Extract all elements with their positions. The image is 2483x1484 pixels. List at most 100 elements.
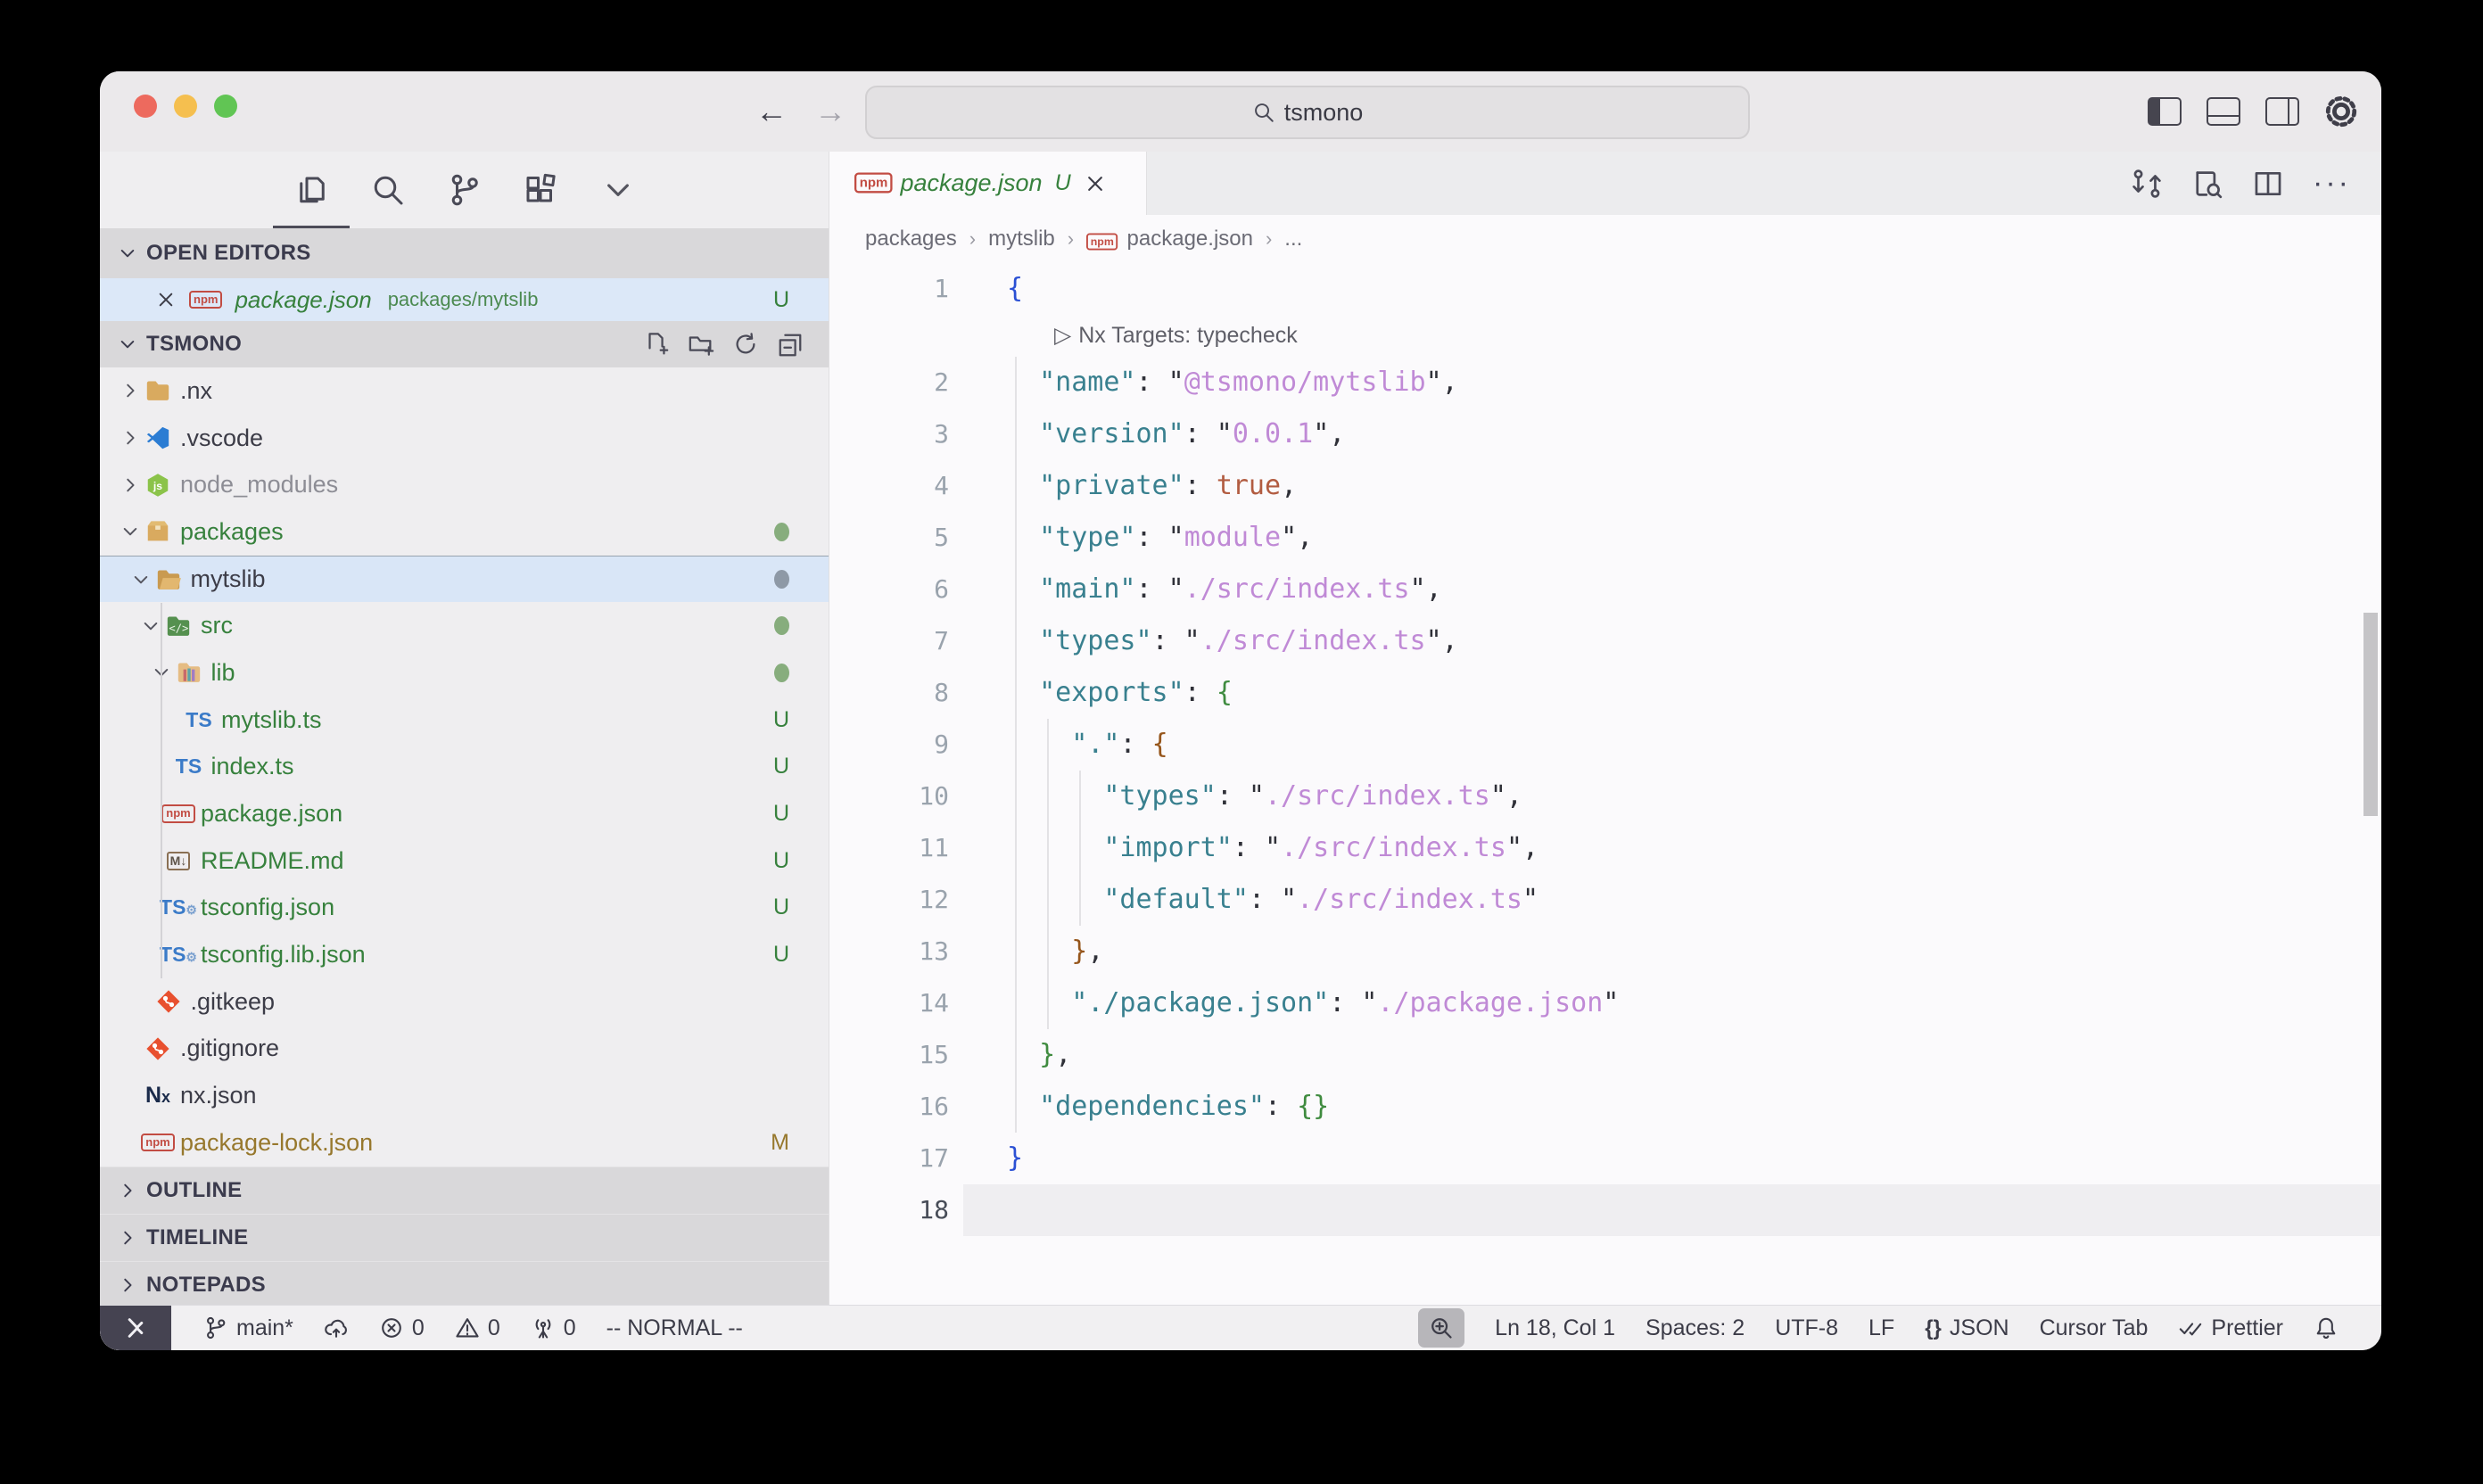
tree-item--nx[interactable]: .nx bbox=[100, 367, 829, 415]
activity-extensions-icon[interactable] bbox=[503, 152, 580, 228]
breadcrumb-item[interactable]: mytslib bbox=[988, 227, 1055, 251]
tree-item-tsconfig-lib-json[interactable]: TS⚙ tsconfig.lib.json U bbox=[100, 931, 829, 978]
line-number: 8 bbox=[829, 667, 949, 719]
status-zoom-indicator[interactable] bbox=[1418, 1308, 1464, 1348]
npm-icon: npm bbox=[189, 291, 222, 309]
settings-gear-icon[interactable] bbox=[2324, 95, 2358, 128]
screenshot-root: ← → tsmono OPEN EDITORS bbox=[0, 0, 2483, 1484]
status-formatter[interactable]: Prettier bbox=[2178, 1315, 2283, 1341]
split-editor-icon[interactable] bbox=[2252, 168, 2284, 200]
toggle-secondary-sidebar-icon[interactable] bbox=[2265, 97, 2299, 126]
workbench: OPEN EDITORS npm package.json packages/m… bbox=[100, 152, 2381, 1305]
activity-source-control-icon[interactable] bbox=[426, 152, 503, 228]
breadcrumb-item[interactable]: ... bbox=[1284, 227, 1302, 251]
tree-item--gitkeep[interactable]: .gitkeep bbox=[100, 978, 829, 1026]
line-number: 13 bbox=[829, 926, 949, 977]
status-label: -- NORMAL -- bbox=[606, 1315, 743, 1341]
collapse-all-icon[interactable] bbox=[777, 331, 804, 358]
tree-item-nx-json[interactable]: Nx nx.json bbox=[100, 1072, 829, 1119]
toggle-sidebar-icon[interactable] bbox=[2148, 97, 2182, 126]
tree-item--gitignore[interactable]: .gitignore bbox=[100, 1026, 829, 1073]
line-number: 6 bbox=[829, 564, 949, 615]
close-icon[interactable] bbox=[1084, 172, 1107, 195]
tab-package-json[interactable]: npm package.json U bbox=[829, 152, 1147, 215]
tree-item-package-json[interactable]: npm package.json U bbox=[100, 790, 829, 837]
tree-item-package-lock-json[interactable]: npm package-lock.json M bbox=[100, 1119, 829, 1167]
activity-search-icon[interactable] bbox=[350, 152, 426, 228]
panel-header-notepads[interactable]: NOTEPADS bbox=[100, 1261, 829, 1308]
refresh-icon[interactable] bbox=[732, 331, 759, 358]
tree-item-node-modules[interactable]: js node_modules bbox=[100, 461, 829, 508]
tree-item--vscode[interactable]: .vscode bbox=[100, 415, 829, 462]
toggle-panel-icon[interactable] bbox=[2207, 97, 2240, 126]
remote-indicator[interactable] bbox=[100, 1306, 171, 1350]
status-git-branch[interactable]: main* bbox=[203, 1315, 293, 1341]
status-sync-changes[interactable] bbox=[324, 1315, 349, 1340]
codelens-run-link[interactable]: ▷Nx Targets: typecheck bbox=[1054, 315, 1298, 357]
tree-item-src[interactable]: </> src bbox=[100, 602, 829, 649]
nav-history: ← → bbox=[755, 71, 846, 152]
status-language-mode[interactable]: {}JSON bbox=[1925, 1315, 2009, 1341]
activity-more-icon[interactable] bbox=[580, 152, 656, 228]
status-vim-mode[interactable]: -- NORMAL -- bbox=[606, 1315, 743, 1341]
traffic-lights bbox=[134, 95, 237, 118]
breadcrumb-item[interactable]: packages bbox=[865, 227, 957, 251]
code-line-3: 3 "version": "0.0.1", bbox=[829, 408, 2381, 460]
breadcrumb-item[interactable]: npmpackage.json bbox=[1086, 227, 1253, 251]
new-folder-icon[interactable] bbox=[688, 331, 714, 358]
new-file-icon[interactable] bbox=[643, 331, 670, 358]
tree-item-readme-md[interactable]: M↓ README.md U bbox=[100, 837, 829, 885]
status-warnings[interactable]: 0 bbox=[455, 1315, 500, 1341]
nx-icon: Nx bbox=[141, 1083, 175, 1109]
open-editors-header[interactable]: OPEN EDITORS bbox=[100, 228, 829, 278]
panel-header-timeline[interactable]: TIMELINE bbox=[100, 1214, 829, 1261]
more-actions-icon[interactable]: ··· bbox=[2313, 166, 2351, 201]
tab-bar: npm package.json U ··· bbox=[829, 152, 2381, 215]
open-editors-list: npm package.json packages/mytslib U bbox=[100, 278, 829, 321]
tree-item-mytslib[interactable]: mytslib bbox=[100, 556, 829, 603]
activity-explorer-icon[interactable] bbox=[273, 152, 350, 228]
status-ports[interactable]: 0 bbox=[531, 1315, 576, 1341]
line-number: 4 bbox=[829, 460, 949, 512]
status-cursor-position[interactable]: Ln 18, Col 1 bbox=[1495, 1315, 1615, 1341]
branch-icon bbox=[203, 1315, 228, 1340]
code-editor[interactable]: 1{▷Nx Targets: typecheck2 "name": "@tsmo… bbox=[829, 263, 2381, 1305]
back-icon[interactable]: ← bbox=[755, 93, 788, 130]
code-line-4: 4 "private": true, bbox=[829, 460, 2381, 512]
editor-scrollbar-thumb[interactable] bbox=[2363, 613, 2378, 816]
status-errors[interactable]: 0 bbox=[379, 1315, 425, 1341]
file-tree: .nx .vscode js node_modules packages myt… bbox=[100, 367, 829, 1167]
status-indentation[interactable]: Spaces: 2 bbox=[1646, 1315, 1745, 1341]
close-icon[interactable] bbox=[155, 289, 177, 310]
ts2-icon: TS⚙ bbox=[161, 895, 195, 919]
js-icon: js bbox=[141, 472, 175, 499]
status-label: 0 bbox=[412, 1315, 425, 1341]
tree-item-label: tsconfig.json bbox=[201, 894, 334, 921]
tree-item-packages[interactable]: packages bbox=[100, 508, 829, 556]
code-line-2: 2 "name": "@tsmono/mytslib", bbox=[829, 357, 2381, 408]
zoom-window-button[interactable] bbox=[214, 95, 237, 118]
minimize-window-button[interactable] bbox=[174, 95, 197, 118]
ts-icon: TS bbox=[182, 708, 216, 732]
tree-item-lib[interactable]: lib bbox=[100, 649, 829, 697]
status-cursor-tab[interactable]: Cursor Tab bbox=[2040, 1315, 2149, 1341]
panel-header-outline[interactable]: OUTLINE bbox=[100, 1167, 829, 1214]
code-line-11: 11 "import": "./src/index.ts", bbox=[829, 822, 2381, 874]
explorer-header[interactable]: TSMONO bbox=[100, 321, 829, 367]
npm-icon: npm bbox=[161, 804, 195, 822]
status-encoding[interactable]: UTF-8 bbox=[1775, 1315, 1838, 1341]
open-preview-icon[interactable] bbox=[2191, 168, 2223, 200]
command-center-search[interactable]: tsmono bbox=[865, 86, 1750, 139]
code-line-10: 10 "types": "./src/index.ts", bbox=[829, 771, 2381, 822]
compare-changes-icon[interactable] bbox=[2131, 168, 2163, 200]
close-window-button[interactable] bbox=[134, 95, 157, 118]
forward-icon[interactable]: → bbox=[814, 93, 846, 130]
tree-item-mytslib-ts[interactable]: TS mytslib.ts U bbox=[100, 697, 829, 744]
git-status-badge: U bbox=[773, 287, 789, 313]
tree-item-index-ts[interactable]: TS index.ts U bbox=[100, 744, 829, 791]
open-editor-item[interactable]: npm package.json packages/mytslib U bbox=[100, 278, 829, 321]
status-notifications[interactable] bbox=[2314, 1315, 2339, 1340]
tree-item-tsconfig-json[interactable]: TS⚙ tsconfig.json U bbox=[100, 885, 829, 932]
status-eol[interactable]: LF bbox=[1868, 1315, 1894, 1341]
tree-item-label: mytslib bbox=[191, 565, 266, 593]
